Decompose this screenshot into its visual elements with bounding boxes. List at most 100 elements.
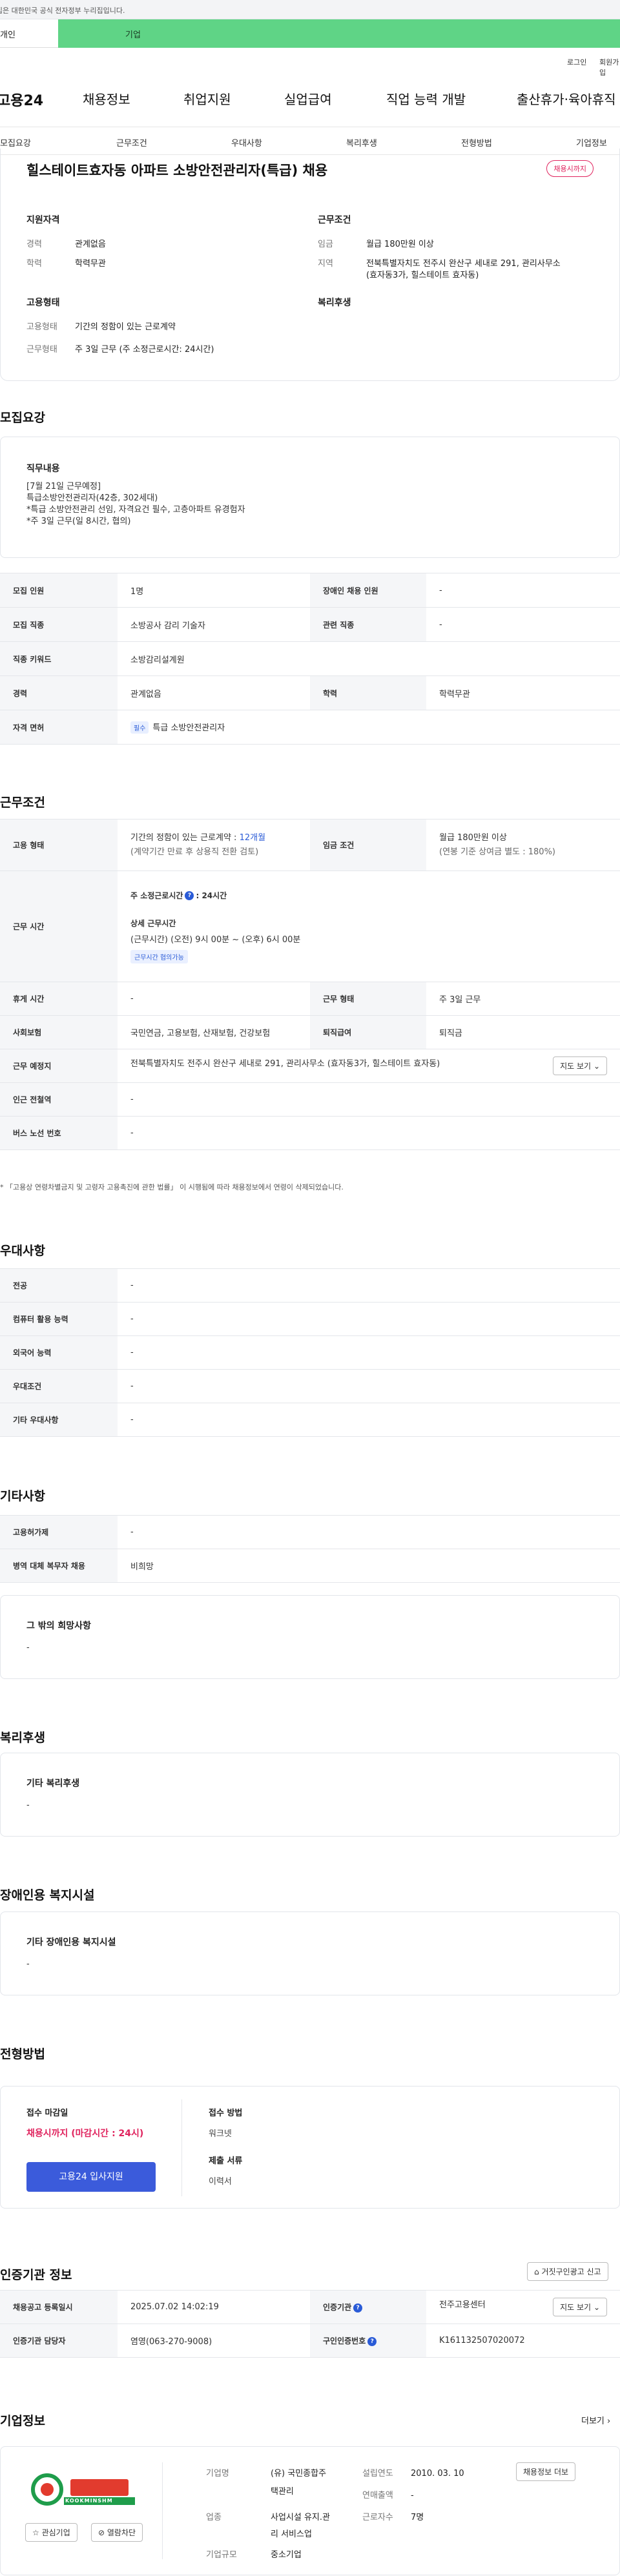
welfare-box-label: 기타 복리후생 <box>26 1778 80 1789</box>
company-biz-2: 리 서비스업 <box>271 2530 312 2539</box>
work-table: 고용 형태 기간의 정함이 있는 근로계약 : 12개월 (계약기간 만료 후 상용… <box>0 819 620 1150</box>
company-logo-graphic <box>31 2473 135 2506</box>
duty-text: [7월 21일 근무예정] 특급소방안전관리자(42층, 302세대) *특급 … <box>26 482 245 526</box>
th-ins: 사회보험 <box>0 1015 118 1049</box>
td-wage: 월급 180만원 이상 (연봉 기준 상여금 별도 : 180%) <box>426 819 620 871</box>
th-computer: 컴퓨터 활용 능력 <box>0 1302 118 1336</box>
td-pref-cond: - <box>118 1369 620 1403</box>
star-icon: ☆ <box>32 2528 39 2537</box>
etc-wish-label: 그 밖의 희망사항 <box>26 1621 91 1631</box>
gnb-item-benefit[interactable]: 실업급여 <box>284 89 332 108</box>
work-title: 근무조건 <box>0 796 45 810</box>
td-place: 전북특별자치도 전주시 완산구 세내로 291, 관리사무소 (효자동3가, 힐… <box>118 1049 620 1083</box>
job-title: 힐스테이트효자동 아파트 소방안전관리자(특급) 채용 <box>26 163 328 178</box>
company-more-link[interactable]: 더보기 › <box>581 2414 610 2426</box>
td-language: - <box>118 1335 620 1370</box>
gnb-item-jobs[interactable]: 채용정보 <box>83 89 130 108</box>
join-link[interactable]: 회원가입 <box>599 57 620 77</box>
td-count: 1명 <box>118 573 310 608</box>
login-link[interactable]: 로그인 <box>567 57 586 67</box>
td-hours: 주 소정근로시간?: 24시간 상세 근무시간 (근무시간) (오전) 9시 0… <box>118 871 620 982</box>
th-count: 모집 인원 <box>0 573 118 608</box>
th-permit: 고용허가제 <box>0 1515 118 1549</box>
company-name-2: 택관리 <box>271 2487 294 2497</box>
gnb-item-support[interactable]: 취업지원 <box>183 89 231 108</box>
th-subway: 인근 전철역 <box>0 1082 118 1117</box>
th-language: 외국어 능력 <box>0 1335 118 1370</box>
td-form: 주 3일 근무 <box>426 982 620 1016</box>
td-edu: 학력무관 <box>426 675 620 710</box>
deadline-badge: 채용시까지 <box>546 160 594 177</box>
company-staff: 근로자수 7명 <box>362 2513 424 2522</box>
help-icon[interactable]: ? <box>367 2336 377 2346</box>
hours-negotiable-pill: 근무시간 협의가능 <box>130 949 188 963</box>
company-logo: KOOKMINSHM <box>25 2470 138 2510</box>
lnb-company[interactable]: 기업정보 <box>576 136 607 149</box>
tab-company[interactable]: 기업 <box>58 19 620 48</box>
td-license: 필수 특급 소방안전관리자 <box>118 710 620 745</box>
th-pref-cond: 우대조건 <box>0 1369 118 1403</box>
th-certno: 구인인증번호? <box>310 2324 426 2358</box>
td-ret: 퇴직금 <box>426 1015 620 1049</box>
recruit-title: 모집요강 <box>0 411 45 425</box>
th-rest: 휴게 시간 <box>0 982 118 1016</box>
td-bus: - <box>118 1116 620 1150</box>
gnb-item-leave[interactable]: 출산휴가·육아휴직 <box>517 89 616 108</box>
selection-box: 접수 마감일 채용시까지 (마감시간 : 24시) 고용24 입사지원 접수 방… <box>0 2086 620 2209</box>
gov-notice-text: 이 누리집은 대한민국 공식 전자정부 누리집입니다. <box>0 6 125 15</box>
lnb-welfare[interactable]: 복리후생 <box>346 136 377 149</box>
agency-map-button[interactable]: 지도 보기 ⌄ <box>553 2298 607 2316</box>
th-pref-etc: 기타 우대사항 <box>0 1403 118 1437</box>
summary-worktype: 근무형태 주 3일 근무 (주 소정근로시간: 24시간) <box>26 345 214 355</box>
docs-label: 제출 서류 <box>209 2156 243 2166</box>
help-icon[interactable]: ? <box>185 891 194 900</box>
selection-title: 전형방법 <box>0 2047 45 2061</box>
lnb-recruit[interactable]: 모집요강 <box>0 136 31 149</box>
td-ins: 국민연금, 고용보험, 산재보험, 건강보험 <box>118 1015 310 1049</box>
block-company-button[interactable]: ⊘ 열람차단 <box>91 2523 143 2542</box>
fav-company-button[interactable]: ☆ 관심기업 <box>25 2523 78 2542</box>
report-button[interactable]: ⌂ 거짓구인광고 신고 <box>527 2262 608 2281</box>
etc-wish-text: - <box>26 1643 30 1653</box>
lnb-work[interactable]: 근무조건 <box>116 136 147 149</box>
summary-edu: 학력 학력무관 <box>26 259 106 269</box>
gov-notice-bar: 이 누리집은 대한민국 공식 전자정부 누리집입니다. <box>0 0 620 19</box>
td-org: 전주고용센터 지도 보기 ⌄ <box>426 2290 620 2324</box>
th-military: 병역 대체 복무자 채용 <box>0 1549 118 1583</box>
th-wage: 임금 조건 <box>310 819 426 871</box>
th-emp: 고용 형태 <box>0 819 118 871</box>
th-license: 자격 면허 <box>0 710 118 745</box>
summary-emptype: 고용형태 기간의 정함이 있는 근로계약 <box>26 322 176 332</box>
contract-period: 12개월 <box>239 832 266 843</box>
company-founded: 설립연도 2010. 03. 10 <box>362 2469 464 2478</box>
lnb-pref[interactable]: 우대사항 <box>231 136 262 149</box>
chevron-down-icon: ⌄ <box>593 2303 600 2312</box>
td-military: 비희망 <box>118 1549 620 1583</box>
lnb-selection[interactable]: 전형방법 <box>461 136 492 149</box>
th-manager: 인증기관 담당자 <box>0 2324 118 2358</box>
duty-box: 직무내용 [7월 21일 근무예정] 특급소방안전관리자(42층, 302세대)… <box>0 437 620 558</box>
help-icon[interactable]: ? <box>353 2303 363 2313</box>
tab-personal[interactable]: 개인 <box>0 19 58 48</box>
td-job: 소방공사 감리 기술자 <box>118 607 310 642</box>
hours-detail-label: 상세 근무시간 <box>130 918 176 928</box>
disability-box-text: - <box>26 1959 30 1969</box>
welfare-box-text: - <box>26 1800 30 1810</box>
gnb-item-training[interactable]: 직업 능력 개발 <box>386 89 466 108</box>
chevron-down-icon: ⌄ <box>593 1062 600 1071</box>
map-button[interactable]: 지도 보기 ⌄ <box>553 1056 607 1075</box>
apply-button[interactable]: 고용24 입사지원 <box>26 2162 156 2192</box>
divider <box>162 2462 163 2559</box>
global-nav: 고용24 채용정보 취업지원 실업급여 직업 능력 개발 출산휴가·육아휴직 <box>0 89 620 115</box>
th-hours: 근무 시간 <box>0 871 118 982</box>
td-career: 관계없음 <box>118 675 310 710</box>
company-biz: 업종 사업시설 유지.관 <box>206 2513 330 2522</box>
agency-title: 인증기관 정보 <box>0 2268 72 2282</box>
company-jobs-button[interactable]: 채용정보 더보 <box>516 2462 576 2481</box>
company-size: 기업규모 중소기업 <box>206 2550 302 2560</box>
site-logo[interactable]: 고용24 <box>0 89 43 110</box>
th-job: 모집 직종 <box>0 607 118 642</box>
welfare-label: 복리후생 <box>318 298 351 308</box>
hours-total: 주 소정근로시간?: 24시간 <box>130 891 227 900</box>
td-subway: - <box>118 1082 620 1117</box>
